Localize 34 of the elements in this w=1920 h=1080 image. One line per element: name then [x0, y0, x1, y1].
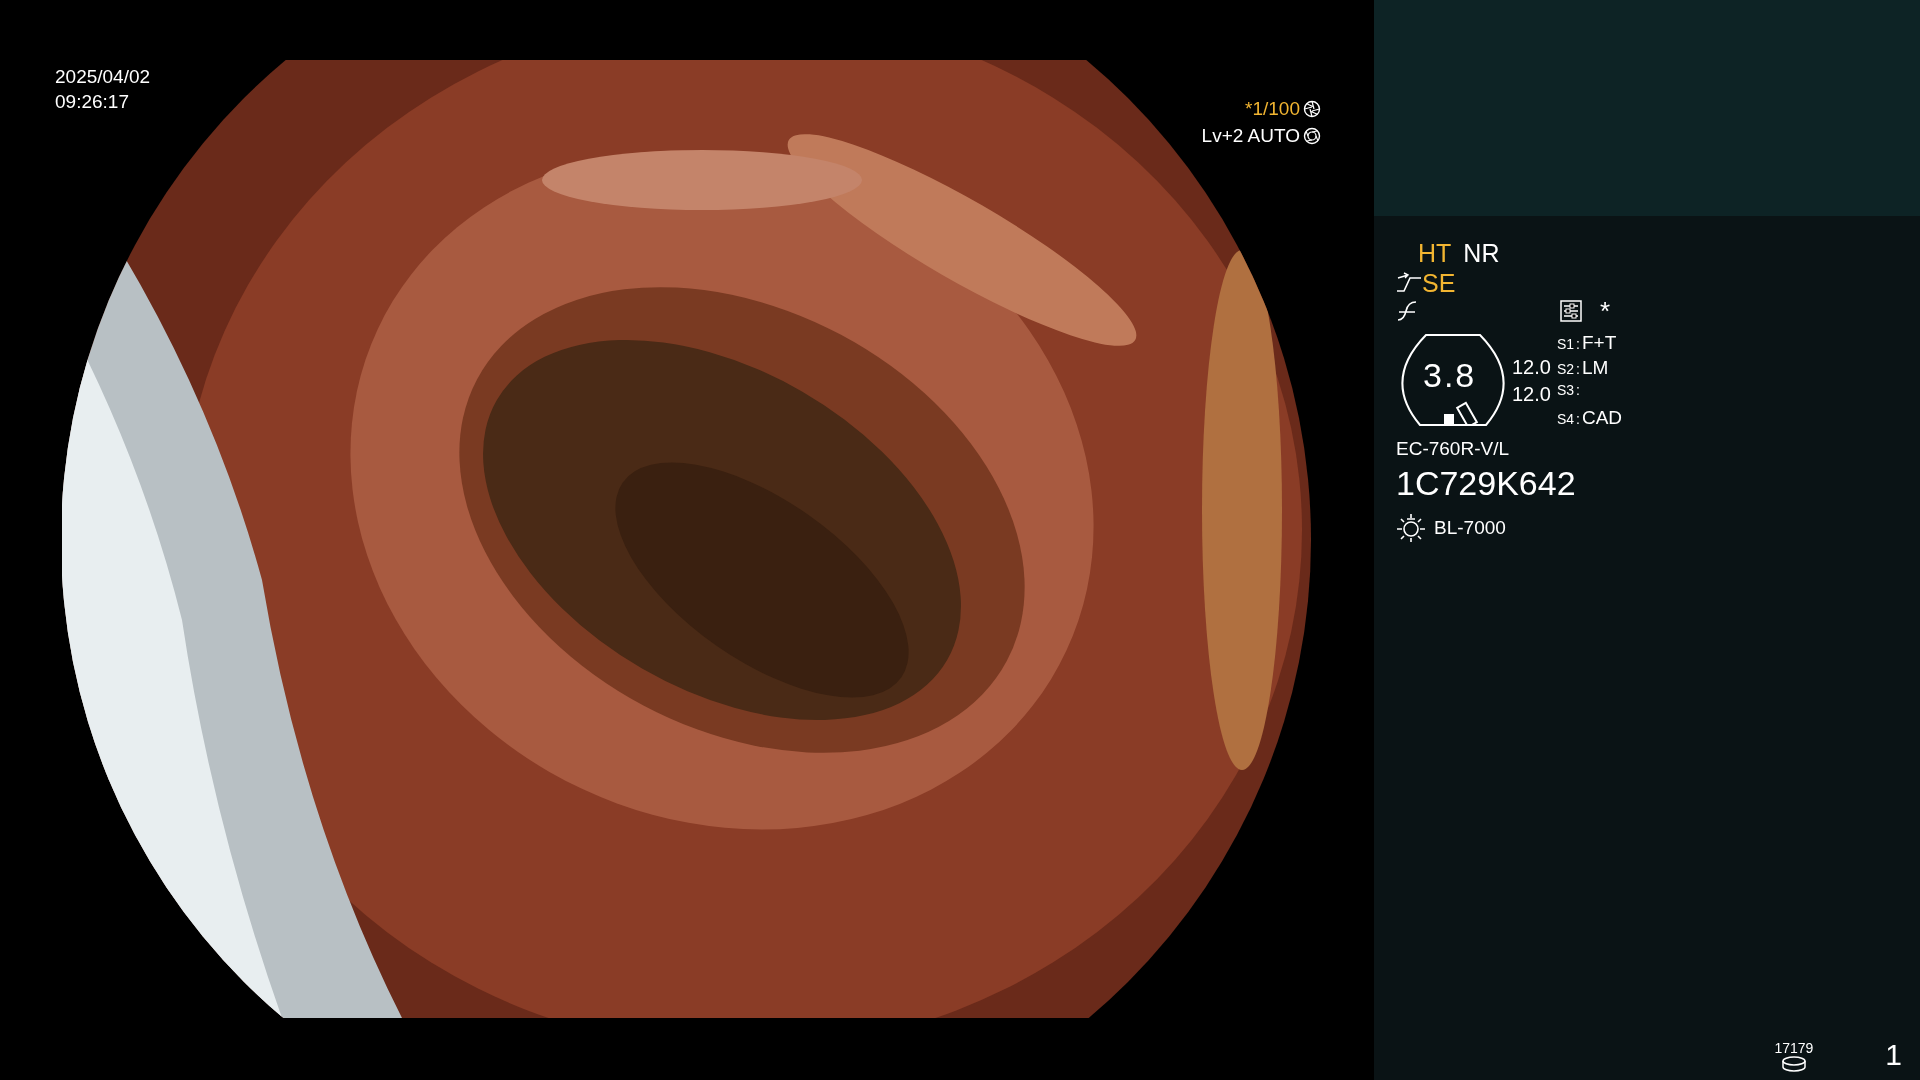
exposure-text: Lv+2 AUTO — [1201, 125, 1300, 147]
switch-value: F+T — [1581, 332, 1617, 354]
setting-value: 12.0 — [1512, 382, 1551, 407]
switch-separator: : — [1576, 361, 1580, 377]
light-source-text: BL-7000 — [1434, 517, 1506, 539]
shutter-text: *1/100 — [1245, 98, 1300, 120]
switch-value: CAD — [1581, 407, 1623, 429]
scope-serial: 1C729K642 — [1396, 464, 1577, 503]
settings-icon — [1560, 300, 1582, 322]
date-text: 2025/04/02 — [55, 65, 151, 89]
switch-key: S3 — [1556, 382, 1575, 398]
curve-arrow-icon — [1396, 272, 1422, 294]
page-number: 1 — [1885, 1038, 1902, 1072]
switch-separator: : — [1576, 411, 1580, 427]
switch-key: S4 — [1556, 411, 1575, 427]
switch-key: S1 — [1556, 336, 1575, 352]
switch-separator: : — [1576, 336, 1580, 352]
enhance-label: SE — [1422, 268, 1456, 298]
storage-count: 17179 — [1774, 1040, 1814, 1056]
curve-icon — [1396, 300, 1418, 322]
aperture-icon — [1303, 127, 1321, 145]
disk-icon — [1780, 1056, 1807, 1072]
scope-model: EC-760R-V/L — [1396, 438, 1510, 460]
zoom-value: 3.8 — [1423, 356, 1477, 395]
switch-value: LM — [1581, 357, 1609, 379]
asterisk-text: * — [1600, 300, 1611, 322]
mode-label: NR — [1463, 238, 1500, 268]
mode-label: HT — [1418, 238, 1452, 268]
lamp-icon — [1396, 513, 1426, 543]
shutter-icon — [1303, 100, 1321, 118]
setting-value: 12.0 — [1512, 355, 1551, 380]
switch-separator: : — [1576, 382, 1580, 398]
switch-key: S2 — [1556, 361, 1575, 377]
time-text: 09:26:17 — [55, 90, 130, 114]
